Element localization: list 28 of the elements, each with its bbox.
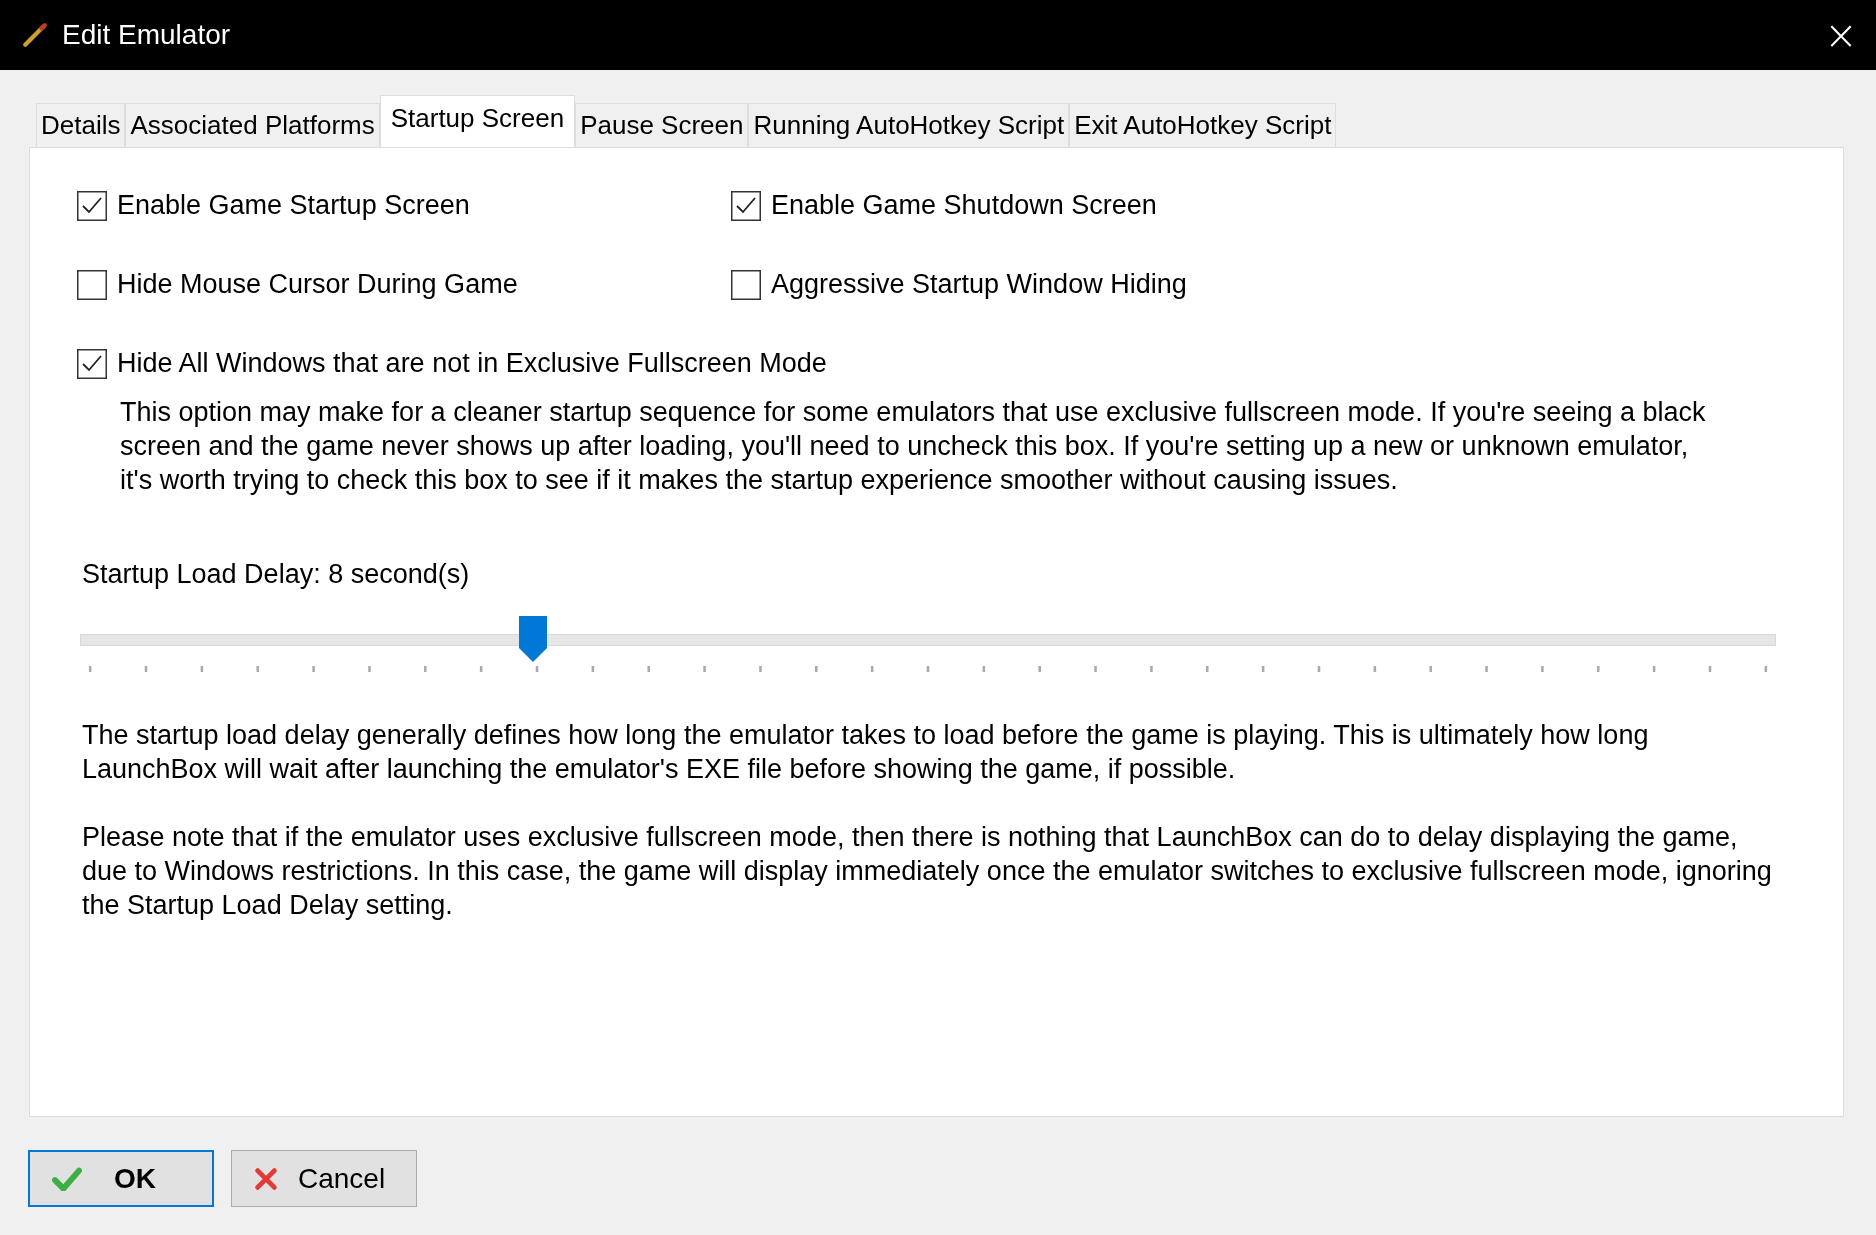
slider-thumb[interactable] — [518, 616, 547, 662]
checkbox-label: Hide All Windows that are not in Exclusive Fullscreen Mode — [117, 348, 827, 379]
pencil-icon — [22, 22, 48, 48]
window-title: Edit Emulator — [62, 19, 231, 51]
tab[interactable]: Details — [36, 103, 126, 147]
checkbox[interactable] — [77, 348, 107, 379]
tab[interactable]: Associated Platforms — [125, 103, 380, 147]
checkbox-label: Aggressive Startup Window Hiding — [771, 269, 1187, 300]
cross-icon — [254, 1166, 278, 1191]
tab[interactable]: Pause Screen — [575, 103, 749, 147]
note-text: The startup load delay generally defines how long the emulator takes to load before the game is playing. This is ultimately how long LaunchBox will wait after launching the emulator's EXE file before showing the game, if possible. — [82, 719, 1650, 786]
tab[interactable]: Startup Screen — [379, 95, 576, 147]
note-text: Please note that if the emulator uses exclusive fullscreen mode, then there is nothing that LaunchBox can do to delay displaying the game, due to Windows restrictions. In this case, the game will display immediately once the emulator switches to exclusive fullscreen mode, ignoring the Startup Load Delay setting. — [82, 821, 1773, 922]
cancel-button[interactable]: Cancel — [231, 1150, 417, 1207]
checkbox-label: Enable Game Startup Screen — [117, 190, 470, 221]
checkbox-label: Enable Game Shutdown Screen — [771, 190, 1157, 221]
close-button[interactable]: × — [1806, 0, 1876, 70]
checkbox[interactable] — [731, 190, 761, 221]
checkbox[interactable] — [731, 269, 761, 300]
ok-button[interactable]: OK — [28, 1150, 214, 1207]
delay-label: Startup Load Delay: 8 second(s) — [82, 559, 471, 590]
checkmark-icon — [52, 1166, 82, 1191]
checkbox-label: Hide Mouse Cursor During Game — [117, 269, 518, 300]
tab[interactable]: Exit AutoHotkey Script — [1069, 103, 1337, 147]
checkbox[interactable] — [77, 269, 107, 300]
checkbox[interactable] — [77, 190, 107, 221]
option-description: This option may make for a cleaner startup sequence for some emulators that use exclusive fullscreen mode. If you're seeing a black screen and the game never shows up after loading, you'll need to uncheck this box. If you're setting up a new or unknown emulator, it's worth trying to check this box to see if it makes the startup experience smoother without causing issues. — [120, 396, 1707, 497]
tab[interactable]: Running AutoHotkey Script — [748, 103, 1070, 147]
